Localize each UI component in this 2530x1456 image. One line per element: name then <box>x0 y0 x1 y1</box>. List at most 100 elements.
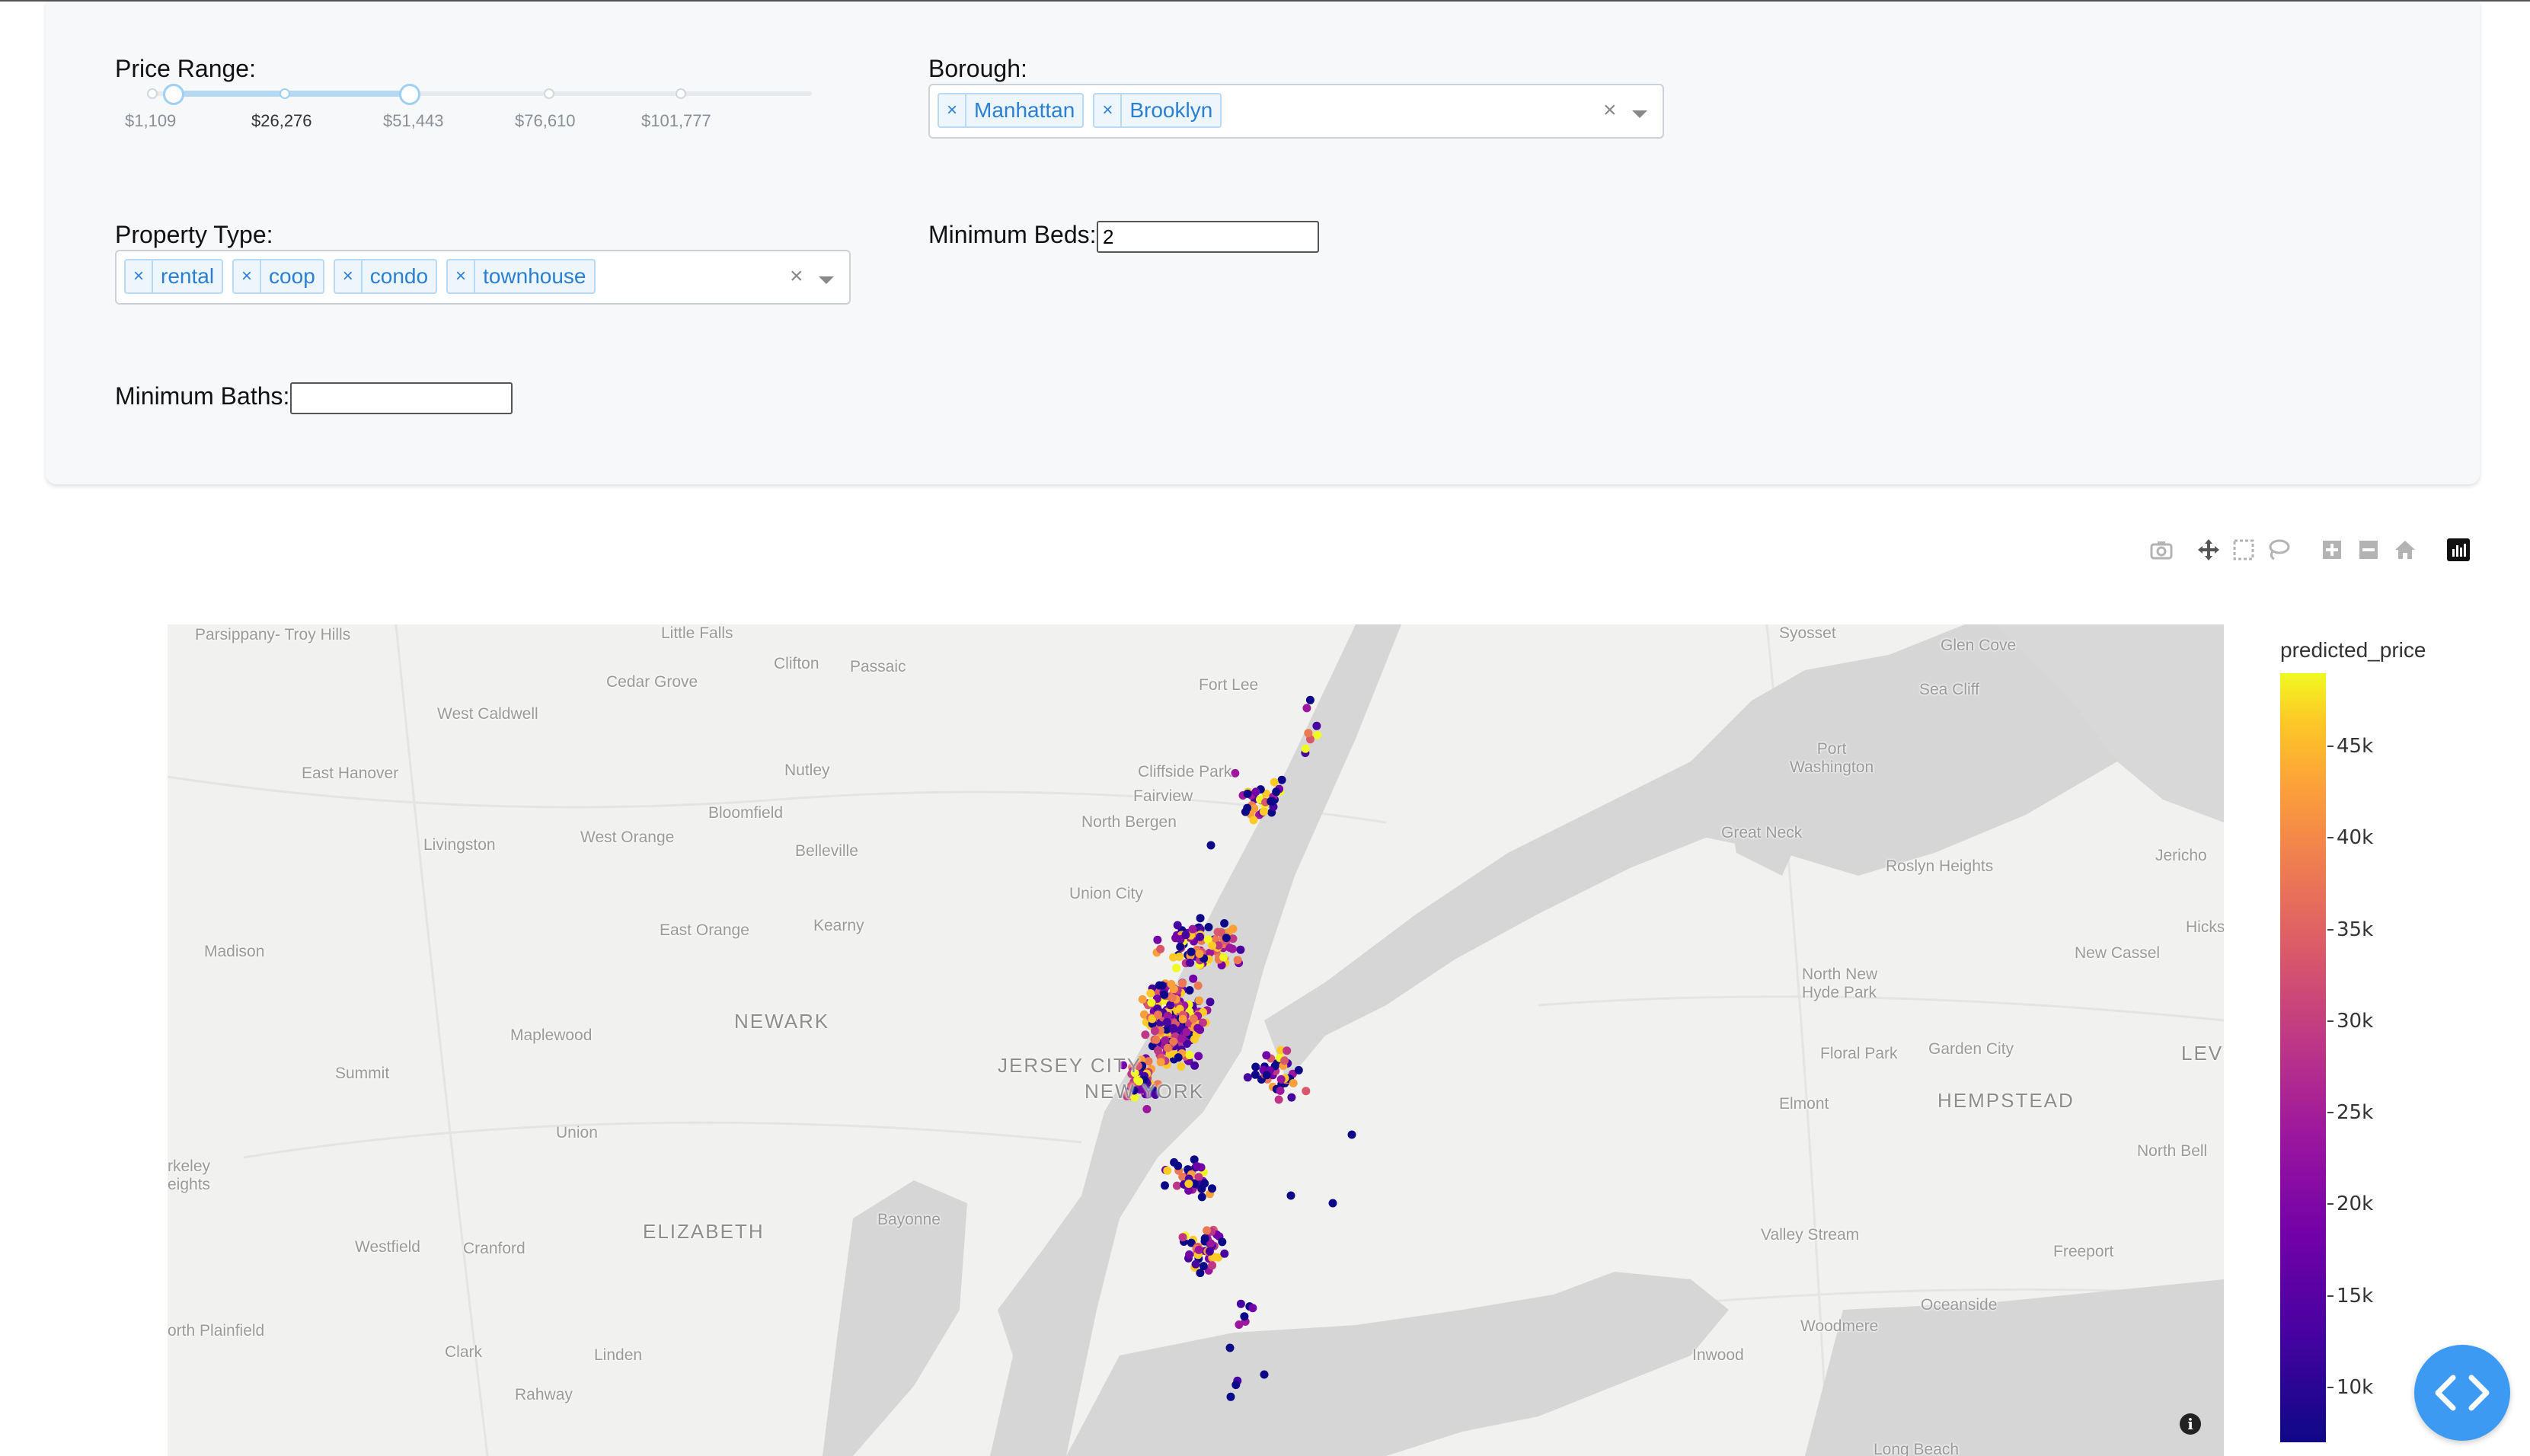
listing-point[interactable] <box>1174 1053 1183 1062</box>
listing-point[interactable] <box>1161 1036 1170 1045</box>
listing-point[interactable] <box>1274 1095 1283 1104</box>
listing-point[interactable] <box>1187 947 1196 956</box>
listing-point[interactable] <box>1197 1193 1206 1202</box>
chevron-down-icon[interactable] <box>1632 110 1647 118</box>
listing-point[interactable] <box>1204 923 1213 931</box>
listing-point[interactable] <box>1231 768 1240 777</box>
listing-point[interactable] <box>1193 1162 1202 1171</box>
listing-point[interactable] <box>1186 958 1195 967</box>
info-icon[interactable]: i <box>2180 1413 2201 1435</box>
listing-point[interactable] <box>1169 1023 1178 1033</box>
listing-point[interactable] <box>1195 996 1204 1005</box>
listing-point[interactable] <box>1161 1181 1169 1190</box>
listing-point[interactable] <box>1171 934 1180 943</box>
clear-all-icon[interactable]: × <box>1603 99 1617 122</box>
listing-point[interactable] <box>1200 1234 1209 1243</box>
listing-point[interactable] <box>1262 1071 1271 1080</box>
listing-point[interactable] <box>1328 1199 1337 1208</box>
listing-point[interactable] <box>1188 924 1197 934</box>
listing-point[interactable] <box>1206 841 1215 850</box>
chevron-down-icon[interactable] <box>819 276 834 284</box>
listing-point[interactable] <box>1178 1014 1187 1023</box>
listing-point[interactable] <box>1205 1247 1214 1256</box>
listing-point[interactable] <box>1312 721 1321 730</box>
listing-point[interactable] <box>1141 1030 1150 1039</box>
listing-point[interactable] <box>1236 1299 1245 1308</box>
listing-point[interactable] <box>1277 775 1286 784</box>
listing-point[interactable] <box>1286 1191 1295 1200</box>
listing-point[interactable] <box>1146 989 1155 998</box>
listing-point[interactable] <box>1305 695 1315 704</box>
listing-point[interactable] <box>1169 953 1177 962</box>
listing-point[interactable] <box>1206 998 1215 1007</box>
listing-point[interactable] <box>1147 998 1156 1007</box>
listing-point[interactable] <box>1236 945 1245 954</box>
listing-point[interactable] <box>1304 729 1313 738</box>
listing-point[interactable] <box>1172 963 1180 972</box>
listing-point[interactable] <box>1272 787 1281 797</box>
listing-point[interactable] <box>1218 1237 1227 1247</box>
listing-point[interactable] <box>1262 1051 1271 1060</box>
listing-point[interactable] <box>1225 1343 1235 1352</box>
listing-point[interactable] <box>1287 1093 1296 1102</box>
listing-point[interactable] <box>1302 704 1311 713</box>
listing-point[interactable] <box>1185 1051 1194 1059</box>
listing-point[interactable] <box>1193 981 1203 990</box>
slider-handle-high[interactable] <box>399 84 420 105</box>
listing-point[interactable] <box>1189 1014 1198 1023</box>
listing-point[interactable] <box>1184 1180 1193 1188</box>
listing-point[interactable] <box>1154 1046 1162 1055</box>
listing-point[interactable] <box>1172 1181 1181 1190</box>
listing-point[interactable] <box>1302 1087 1311 1096</box>
listing-point[interactable] <box>1251 787 1260 797</box>
listing-point[interactable] <box>1196 1025 1205 1034</box>
listing-point[interactable] <box>1194 1245 1203 1254</box>
listing-point[interactable] <box>1142 1105 1152 1113</box>
listing-point[interactable] <box>1259 807 1268 816</box>
listing-point[interactable] <box>1197 1184 1206 1193</box>
listing-point[interactable] <box>1177 1034 1187 1043</box>
min-baths-input[interactable] <box>290 382 513 414</box>
listing-point[interactable] <box>1189 974 1198 983</box>
slider-handle-low[interactable] <box>163 84 184 105</box>
listing-point[interactable] <box>1191 1260 1200 1269</box>
listing-point[interactable] <box>1276 1074 1286 1084</box>
listing-point[interactable] <box>1248 1304 1257 1313</box>
listing-point[interactable] <box>1219 953 1228 962</box>
code-toggle-button[interactable] <box>2414 1345 2510 1441</box>
min-beds-input[interactable] <box>1097 221 1319 253</box>
listing-point[interactable] <box>1243 803 1252 813</box>
listing-point[interactable] <box>1203 1226 1212 1235</box>
zoom-out-icon[interactable] <box>2355 536 2382 564</box>
lasso-icon[interactable] <box>2265 536 2292 564</box>
listing-point[interactable] <box>1280 1056 1289 1065</box>
listing-point[interactable] <box>1153 935 1162 944</box>
listing-point[interactable] <box>1294 1065 1303 1074</box>
listing-point[interactable] <box>1240 1312 1249 1321</box>
listing-point[interactable] <box>1163 1043 1172 1052</box>
listing-point[interactable] <box>1283 1046 1292 1055</box>
listing-point[interactable] <box>1168 993 1177 1002</box>
listing-point[interactable] <box>1267 797 1276 806</box>
listing-point[interactable] <box>1156 1058 1165 1067</box>
remove-chip-icon[interactable]: × <box>1094 94 1123 126</box>
map-plot[interactable]: Parsippany- Troy Hills Little Falls Clif… <box>168 624 2224 1456</box>
listing-point[interactable] <box>1213 928 1222 937</box>
listing-point[interactable] <box>1138 995 1147 1004</box>
remove-chip-icon[interactable]: × <box>126 260 153 292</box>
listing-point[interactable] <box>1196 932 1205 941</box>
listing-point[interactable] <box>1220 919 1229 928</box>
listing-point[interactable] <box>1208 1184 1216 1193</box>
listing-point[interactable] <box>1270 777 1279 787</box>
listing-point[interactable] <box>1169 1037 1178 1046</box>
listing-point[interactable] <box>1176 942 1185 951</box>
listing-point[interactable] <box>1251 1062 1260 1071</box>
listing-point[interactable] <box>1169 985 1178 994</box>
borough-select[interactable]: × Manhattan × Brooklyn × <box>928 84 1664 139</box>
listing-point[interactable] <box>1178 1233 1187 1242</box>
box-select-icon[interactable] <box>2230 536 2257 564</box>
clear-all-icon[interactable]: × <box>790 265 803 288</box>
home-icon[interactable] <box>2391 536 2419 564</box>
listing-point[interactable] <box>1160 990 1169 999</box>
listing-point[interactable] <box>1231 1381 1241 1390</box>
